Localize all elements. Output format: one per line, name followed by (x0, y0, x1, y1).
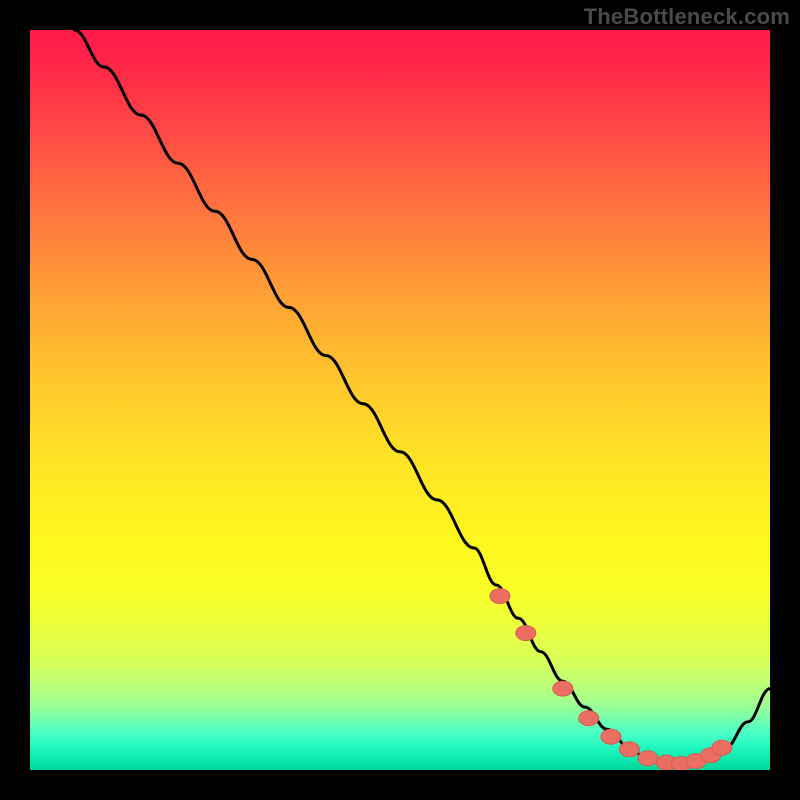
watermark-text: TheBottleneck.com (584, 4, 790, 30)
curve-marker (579, 711, 599, 726)
chart-frame: TheBottleneck.com (0, 0, 800, 800)
curve-marker (601, 729, 621, 744)
curve-markers (490, 589, 732, 770)
curve-marker (712, 740, 732, 755)
curve-marker (516, 626, 536, 641)
curve-marker (490, 589, 510, 604)
curve-marker (553, 681, 573, 696)
plot-area (30, 30, 770, 770)
curve-layer (30, 30, 770, 770)
bottleneck-curve (74, 30, 770, 765)
curve-marker (638, 751, 658, 766)
curve-marker (619, 742, 639, 757)
